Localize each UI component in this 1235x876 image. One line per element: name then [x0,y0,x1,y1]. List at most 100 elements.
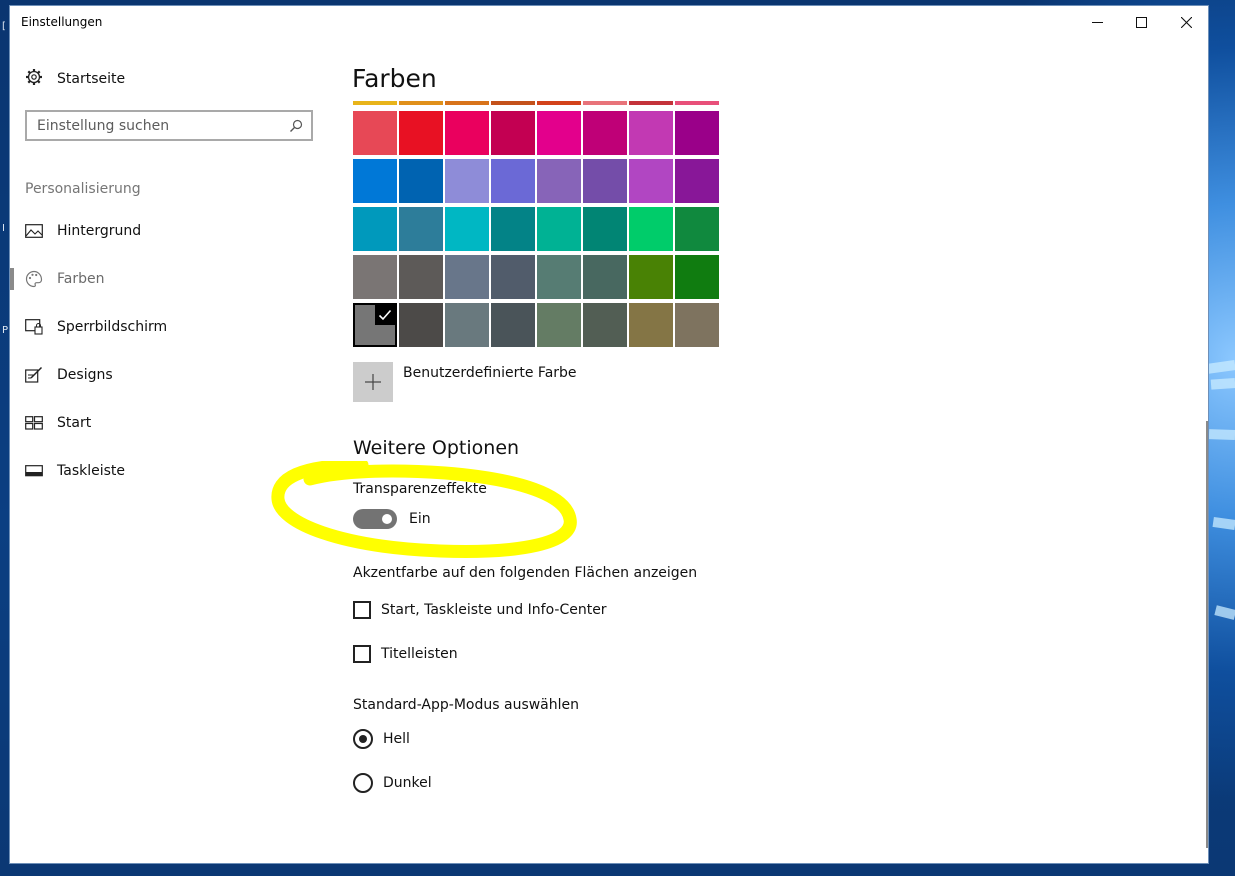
checkbox-box[interactable] [353,601,371,619]
color-swatch[interactable] [583,111,627,155]
color-swatch[interactable] [675,207,719,251]
nav-home-label: Startseite [57,71,126,87]
color-swatch[interactable] [353,207,397,251]
color-swatch[interactable] [399,255,443,299]
color-swatch[interactable] [629,303,673,347]
minimize-button[interactable] [1074,6,1120,38]
color-swatch[interactable] [537,255,581,299]
lock-screen-icon [25,318,43,336]
maximize-button[interactable] [1118,6,1164,38]
taskbar-icon [25,462,43,480]
custom-color-button[interactable]: Benutzerdefinierte Farbe [353,362,577,402]
sidebar-item-label: Farben [57,271,105,287]
color-swatch[interactable] [537,303,581,347]
color-swatch[interactable] [491,255,535,299]
accent-color-grid [353,101,723,347]
radio-dark[interactable]: Dunkel [353,772,432,794]
checkbox-title-bars[interactable]: Titelleisten [353,643,458,665]
swatch-top-strip [629,101,673,105]
sidebar-item-taskbar[interactable]: Taskleiste [25,460,125,482]
color-swatch[interactable] [353,303,397,347]
sidebar-item-label: Sperrbildschirm [57,319,168,335]
swatch-top-strip [491,101,535,105]
radio-label: Hell [383,731,410,747]
color-swatch[interactable] [675,255,719,299]
desktop-icon-label: I [2,223,5,234]
maximize-icon [1135,16,1147,28]
color-swatch[interactable] [629,111,673,155]
transparency-toggle[interactable] [353,509,397,529]
color-swatch[interactable] [491,303,535,347]
checkbox-label: Start, Taskleiste und Info-Center [381,602,607,618]
color-swatch[interactable] [491,207,535,251]
color-swatch[interactable] [353,111,397,155]
color-swatch[interactable] [629,207,673,251]
nav-home[interactable]: Startseite [25,68,125,90]
sidebar-item-start[interactable]: Start [25,412,91,434]
swatch-top-strip [445,101,489,105]
vertical-scrollbar[interactable] [1206,421,1208,848]
color-swatch[interactable] [629,255,673,299]
color-swatch[interactable] [583,303,627,347]
window-title: Einstellungen [21,15,103,29]
accent-surfaces-label: Akzentfarbe auf den folgenden Flächen an… [353,565,698,581]
color-swatch[interactable] [491,111,535,155]
settings-search[interactable] [25,110,313,141]
color-swatch[interactable] [445,111,489,155]
sidebar-item-label: Designs [57,367,113,383]
close-button[interactable] [1163,6,1209,38]
color-swatch[interactable] [445,159,489,203]
color-swatch[interactable] [583,159,627,203]
checkmark-icon [375,305,395,325]
brush-icon [25,366,43,384]
color-swatch[interactable] [445,207,489,251]
color-swatch[interactable] [583,207,627,251]
search-icon[interactable] [289,118,303,137]
color-swatch[interactable] [399,111,443,155]
color-swatch[interactable] [675,159,719,203]
color-swatch[interactable] [537,159,581,203]
swatch-top-strip [353,101,397,105]
start-icon [25,414,43,432]
close-icon [1180,16,1192,28]
color-swatch[interactable] [399,159,443,203]
swatch-top-strip [583,101,627,105]
gear-icon [25,68,43,90]
color-swatch[interactable] [353,255,397,299]
radio-light[interactable]: Hell [353,728,410,750]
color-swatch[interactable] [445,303,489,347]
color-swatch[interactable] [537,207,581,251]
title-bar[interactable]: Einstellungen [10,6,1208,38]
color-swatch[interactable] [491,159,535,203]
radio-label: Dunkel [383,775,432,791]
plus-icon [353,362,393,402]
active-indicator [10,268,14,290]
sidebar-item-lock-screen[interactable]: Sperrbildschirm [25,316,167,338]
color-swatch[interactable] [583,255,627,299]
color-swatch[interactable] [399,303,443,347]
color-swatch[interactable] [675,111,719,155]
more-options-heading: Weitere Optionen [353,437,520,459]
swatch-top-strip [399,101,443,105]
sidebar-item-colors[interactable]: Farben [25,268,104,290]
app-mode-label: Standard-App-Modus auswählen [353,697,580,713]
color-swatch[interactable] [629,159,673,203]
checkbox-box[interactable] [353,645,371,663]
color-swatch[interactable] [537,111,581,155]
color-swatch[interactable] [399,207,443,251]
search-input[interactable] [37,116,277,136]
desktop-icon-label: P [2,325,9,336]
color-swatch[interactable] [353,159,397,203]
radio-button[interactable] [353,729,373,749]
sidebar-item-designs[interactable]: Designs [25,364,113,386]
color-swatch[interactable] [675,303,719,347]
radio-button[interactable] [353,773,373,793]
color-swatch[interactable] [445,255,489,299]
transparency-state: Ein [409,511,431,527]
swatch-top-strip [537,101,581,105]
desktop-icon-label: [ [2,21,6,32]
sidebar-item-background[interactable]: Hintergrund [25,220,141,242]
custom-color-label: Benutzerdefinierte Farbe [403,365,577,381]
palette-icon [25,270,43,288]
checkbox-start-taskbar-action-center[interactable]: Start, Taskleiste und Info-Center [353,599,607,621]
